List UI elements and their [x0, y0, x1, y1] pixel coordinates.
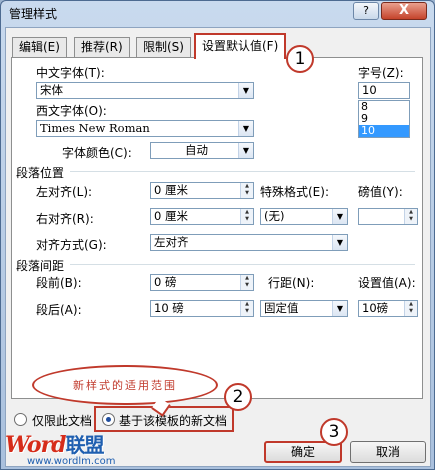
- special-indent-select[interactable]: (无) ▼: [260, 208, 348, 225]
- spin-up-icon[interactable]: ▲: [405, 209, 417, 216]
- western-font-select[interactable]: Times New Roman ▼: [36, 120, 254, 137]
- chinese-font-value: 宋体: [40, 83, 63, 97]
- font-color-select[interactable]: 自动 ▼: [150, 142, 254, 159]
- special-indent-label: 特殊格式(E):: [260, 185, 329, 199]
- spin-down-icon[interactable]: ▼: [405, 216, 417, 223]
- paragraph-position-title: 段落位置: [16, 166, 65, 180]
- alignment-select[interactable]: 左对齐 ▼: [150, 234, 348, 251]
- chevron-down-icon: ▼: [238, 121, 253, 136]
- chevron-down-icon: ▼: [332, 209, 347, 224]
- line-spacing-at-spinner[interactable]: 10磅 ▲ ▼: [358, 300, 418, 317]
- spin-up-icon[interactable]: ▲: [241, 209, 253, 216]
- step-2-badge: 2: [224, 383, 252, 411]
- spin-up-icon[interactable]: ▲: [241, 183, 253, 190]
- tab-recommend[interactable]: 推荐(R): [74, 37, 130, 57]
- western-font-value: Times New Roman: [40, 121, 150, 135]
- spacing-after-spinner[interactable]: 10 磅 ▲ ▼: [150, 300, 254, 317]
- scope-callout-text: 新样式的适用范围: [73, 379, 177, 392]
- manage-styles-dialog: 管理样式 ? X 编辑(E) 推荐(R) 限制(S) 设置默认值(F) 1 中文…: [0, 0, 435, 470]
- close-button[interactable]: X: [381, 2, 427, 20]
- left-indent-spinner[interactable]: 0 厘米 ▲ ▼: [150, 182, 254, 199]
- tab-edit[interactable]: 编辑(E): [12, 37, 67, 57]
- spin-up-icon[interactable]: ▲: [241, 275, 253, 282]
- cancel-button[interactable]: 取消: [350, 441, 426, 463]
- line-spacing-select[interactable]: 固定值 ▼: [260, 300, 348, 317]
- chevron-down-icon: ▼: [238, 143, 253, 158]
- spacing-before-spinner[interactable]: 0 磅 ▲ ▼: [150, 274, 254, 291]
- spacing-before-value: 0 磅: [154, 275, 177, 289]
- tab-restrict[interactable]: 限制(S): [136, 37, 191, 57]
- right-indent-spinner[interactable]: 0 厘米 ▲ ▼: [150, 208, 254, 225]
- scope-callout: 新样式的适用范围: [32, 365, 218, 417]
- help-button[interactable]: ?: [353, 2, 379, 20]
- left-indent-value: 0 厘米: [154, 183, 188, 197]
- paragraph-spacing-title: 段落间距: [16, 259, 65, 273]
- chevron-down-icon: ▼: [238, 83, 253, 98]
- only-this-document-radio[interactable]: [14, 413, 27, 426]
- spin-buttons[interactable]: ▲ ▼: [240, 275, 253, 290]
- right-indent-label: 右对齐(R):: [36, 212, 94, 226]
- title-bar: 管理样式 ? X: [1, 1, 434, 25]
- step-1-badge: 1: [286, 45, 314, 73]
- indent-by-label: 磅值(Y):: [358, 185, 403, 199]
- spin-buttons[interactable]: ▲ ▼: [404, 209, 417, 224]
- line-spacing-at-value: 10磅: [362, 301, 389, 315]
- spin-up-icon[interactable]: ▲: [241, 301, 253, 308]
- line-spacing-value: 固定值: [264, 301, 299, 315]
- line-spacing-label: 行距(N):: [268, 276, 315, 290]
- spacing-before-label: 段前(B):: [36, 276, 82, 290]
- chevron-down-icon: ▼: [332, 235, 347, 250]
- font-color-label: 字体颜色(C):: [62, 146, 132, 160]
- divider: [70, 264, 415, 265]
- tab-set-defaults[interactable]: 设置默认值(F): [194, 33, 287, 59]
- spin-down-icon[interactable]: ▼: [241, 282, 253, 289]
- spin-up-icon[interactable]: ▲: [405, 301, 417, 308]
- chinese-font-label: 中文字体(T):: [36, 66, 105, 80]
- spacing-after-value: 10 磅: [154, 301, 184, 315]
- step-3-badge: 3: [320, 418, 348, 446]
- font-size-input[interactable]: 10: [358, 82, 410, 99]
- indent-by-spinner[interactable]: ▲ ▼: [358, 208, 418, 225]
- spin-down-icon[interactable]: ▼: [241, 190, 253, 197]
- only-this-document-label[interactable]: 仅限此文档: [32, 412, 92, 429]
- spin-buttons[interactable]: ▲ ▼: [240, 301, 253, 316]
- spin-down-icon[interactable]: ▼: [241, 308, 253, 315]
- window-title: 管理样式: [9, 7, 58, 21]
- alignment-value: 左对齐: [154, 235, 189, 249]
- alignment-label: 对齐方式(G):: [36, 238, 107, 252]
- spin-buttons[interactable]: ▲ ▼: [240, 183, 253, 198]
- font-color-value: 自动: [185, 143, 208, 157]
- font-size-label: 字号(Z):: [358, 66, 404, 80]
- chevron-down-icon: ▼: [332, 301, 347, 316]
- right-indent-value: 0 厘米: [154, 209, 188, 223]
- left-indent-label: 左对齐(L):: [36, 185, 93, 199]
- font-size-list[interactable]: 8 9 10: [358, 100, 410, 138]
- spin-buttons[interactable]: ▲ ▼: [240, 209, 253, 224]
- spin-down-icon[interactable]: ▼: [405, 308, 417, 315]
- font-size-option-selected[interactable]: 10: [359, 125, 409, 137]
- line-spacing-at-label: 设置值(A):: [358, 276, 416, 290]
- spacing-after-label: 段后(A):: [36, 303, 82, 317]
- special-indent-value: (无): [264, 209, 285, 223]
- western-font-label: 西文字体(O):: [36, 104, 107, 118]
- divider: [70, 171, 415, 172]
- chinese-font-select[interactable]: 宋体 ▼: [36, 82, 254, 99]
- dialog-body: 编辑(E) 推荐(R) 限制(S) 设置默认值(F) 1 中文字体(T): 宋体…: [5, 27, 431, 467]
- defaults-panel: 中文字体(T): 宋体 ▼ 西文字体(O): Times New Roman ▼…: [11, 57, 423, 399]
- spin-buttons[interactable]: ▲ ▼: [404, 301, 417, 316]
- spin-down-icon[interactable]: ▼: [241, 216, 253, 223]
